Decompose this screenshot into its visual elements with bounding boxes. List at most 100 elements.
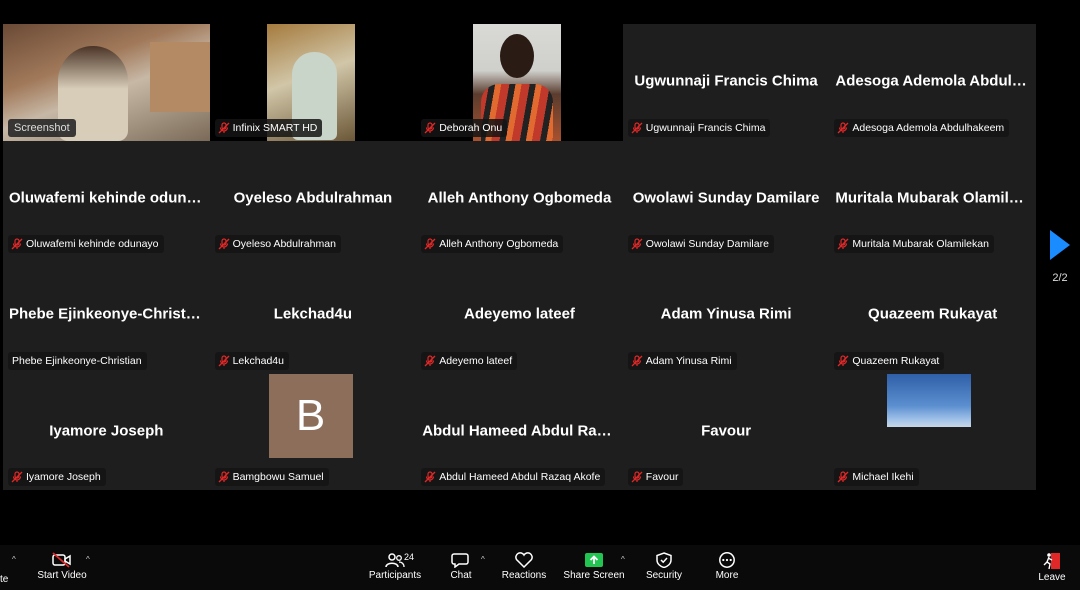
participant-name-text: Lekchad4u (232, 354, 284, 367)
participant-tile[interactable]: Infinix SMART HD (209, 24, 417, 141)
participant-display-name: Adam Yinusa Rimi (660, 305, 792, 323)
participant-tile[interactable]: Adeyemo lateef Adeyemo lateef (416, 257, 623, 374)
participant-name-text: Iyamore Joseph (26, 471, 101, 483)
participant-display-name: Alleh Anthony Ogbomeda (427, 189, 612, 207)
participant-display-name: Phebe Ejinkeonye-Christian (9, 305, 208, 323)
participant-tile[interactable]: Favour Favour (622, 373, 830, 490)
participant-tile[interactable]: Michael Ikehi (829, 373, 1036, 490)
participant-name-text: Deborah Onu (439, 121, 503, 134)
heart-icon (515, 552, 533, 568)
participants-count: 24 (404, 552, 415, 562)
participant-tile[interactable]: B Bamgbowu Samuel (209, 373, 417, 490)
next-page-icon[interactable] (1050, 230, 1070, 260)
participant-tile[interactable]: Oyeleso Abdulrahman Oyeleso Abdulrahman (209, 140, 417, 257)
participant-tile[interactable]: Deborah Onu (416, 24, 623, 141)
video-options-caret-icon[interactable]: ^ (86, 555, 90, 564)
participant-display-name: Lekchad4u (273, 305, 353, 323)
participant-name-label: Muritala Mubarak Olamilekan (834, 235, 994, 253)
reactions-label: Reactions (501, 570, 547, 581)
participant-name-text: Owolawi Sunday Damilare (645, 238, 769, 250)
mic-muted-icon (837, 238, 849, 250)
leave-label: Leave (1038, 572, 1066, 583)
more-button[interactable]: More (712, 545, 742, 590)
participant-tile[interactable]: Iyamore Joseph Iyamore Joseph (3, 373, 210, 490)
screenshot-badge: Screenshot (8, 118, 76, 137)
participant-tile[interactable]: Owolawi Sunday Damilare Owolawi Sunday Da… (622, 140, 830, 257)
share-screen-icon (585, 553, 603, 567)
participant-display-name: Ugwunnaji Francis Chima (634, 72, 818, 90)
participant-name-label: Favour (627, 468, 684, 486)
mic-muted-icon (11, 238, 23, 250)
participant-display-name: Iyamore Joseph (49, 422, 164, 440)
video-off-icon (52, 552, 71, 568)
profile-picture (887, 373, 972, 427)
participant-name-text: Abdul Hameed Abdul Razaq Akofe (439, 471, 601, 483)
mic-muted-icon (424, 354, 436, 366)
participant-name-text: Adesoga Ademola Abdulhakeem (852, 121, 1005, 134)
leave-button[interactable]: Leave (1036, 545, 1068, 590)
mic-muted-icon (11, 471, 23, 483)
participants-button[interactable]: 24 Participants (366, 545, 424, 590)
participants-label: Participants (368, 570, 422, 581)
mic-muted-icon (837, 354, 849, 366)
participant-name-label: Alleh Anthony Ogbomeda (421, 235, 564, 253)
mic-muted-icon (424, 471, 436, 483)
mic-muted-icon (631, 354, 643, 366)
participant-tile[interactable]: Oluwafemi kehinde odunayo Oluwafemi kehin… (3, 140, 210, 257)
participants-icon (385, 553, 405, 568)
more-icon (719, 552, 735, 568)
pager: 2/2 (1044, 230, 1076, 284)
participant-name-label: Phebe Ejinkeonye-Christian (8, 351, 147, 370)
mute-options-caret-icon[interactable]: ^ (12, 555, 16, 564)
participant-name-label: Oyeleso Abdulrahman (214, 235, 341, 253)
participant-name-label: Infinix SMART HD (214, 118, 323, 137)
chat-label: Chat (450, 570, 472, 581)
participant-name-label: Owolawi Sunday Damilare (627, 235, 774, 253)
participant-name-label: Ugwunnaji Francis Chima (627, 118, 771, 137)
chat-options-caret-icon[interactable]: ^ (481, 555, 485, 564)
participant-name-text: Muritala Mubarak Olamilekan (852, 238, 989, 250)
participant-tile[interactable]: Adam Yinusa Rimi Adam Yinusa Rimi (622, 257, 830, 374)
mic-muted-icon (631, 121, 643, 133)
participant-name-text: Favour (645, 471, 679, 483)
participant-name-label: Quazeem Rukayat (834, 351, 945, 370)
participant-name-text: Michael Ikehi (852, 471, 914, 483)
participant-name-label: Lekchad4u (214, 351, 289, 370)
participant-tile[interactable]: Quazeem Rukayat Quazeem Rukayat (829, 257, 1036, 374)
participant-tile[interactable]: Muritala Mubarak Olamilekan Muritala Muba… (829, 140, 1036, 257)
start-video-button[interactable]: Start Video (34, 545, 90, 590)
participant-tile[interactable]: Phebe Ejinkeonye-Christian Phebe Ejinkeon… (3, 257, 210, 374)
mic-muted-icon (218, 354, 230, 366)
mute-button[interactable]: ^ te (0, 545, 18, 590)
participant-tile[interactable]: Alleh Anthony Ogbomeda Alleh Anthony Ogbo… (416, 140, 623, 257)
participant-display-name: Owolawi Sunday Damilare (632, 189, 820, 207)
participant-tile[interactable]: Screenshot (3, 24, 210, 141)
participant-display-name: Muritala Mubarak Olamilekan (835, 189, 1036, 207)
shield-icon (656, 552, 672, 568)
participant-name-text: Quazeem Rukayat (852, 354, 940, 367)
participant-tile[interactable]: Adesoga Ademola Abdulha... Adesoga Ademol… (829, 24, 1036, 141)
more-label: More (715, 570, 739, 581)
mic-muted-icon (218, 238, 230, 250)
security-button[interactable]: Security (644, 545, 684, 590)
mic-muted-icon (631, 471, 643, 483)
participant-name-text: Infinix SMART HD (232, 121, 318, 134)
meeting-toolbar: ^ te Start Video ^ 24 Participants Chat … (0, 545, 1080, 590)
share-screen-button[interactable]: Share Screen (563, 545, 625, 590)
participant-name-text: Bamgbowu Samuel (232, 471, 324, 483)
participant-name-label: Adeyemo lateef (421, 351, 518, 370)
start-video-label: Start Video (37, 570, 87, 581)
mic-muted-icon (837, 121, 849, 133)
participant-name-text: Adam Yinusa Rimi (645, 354, 732, 367)
participant-name-label: Adam Yinusa Rimi (627, 351, 737, 370)
share-options-caret-icon[interactable]: ^ (621, 555, 625, 564)
participant-name-label: Iyamore Joseph (8, 468, 106, 486)
reactions-button[interactable]: Reactions (500, 545, 548, 590)
participant-tile[interactable]: Abdul Hameed Abdul Razaq... Abdul Hameed … (416, 373, 623, 490)
chat-button[interactable]: Chat (446, 545, 476, 590)
participant-name-label: Adesoga Ademola Abdulhakeem (834, 118, 1010, 137)
participant-name-label: Bamgbowu Samuel (214, 468, 329, 486)
participant-tile[interactable]: Lekchad4u Lekchad4u (209, 257, 417, 374)
participant-tile[interactable]: Ugwunnaji Francis Chima Ugwunnaji Francis… (622, 24, 830, 141)
participant-name-text: Oluwafemi kehinde odunayo (26, 238, 159, 250)
